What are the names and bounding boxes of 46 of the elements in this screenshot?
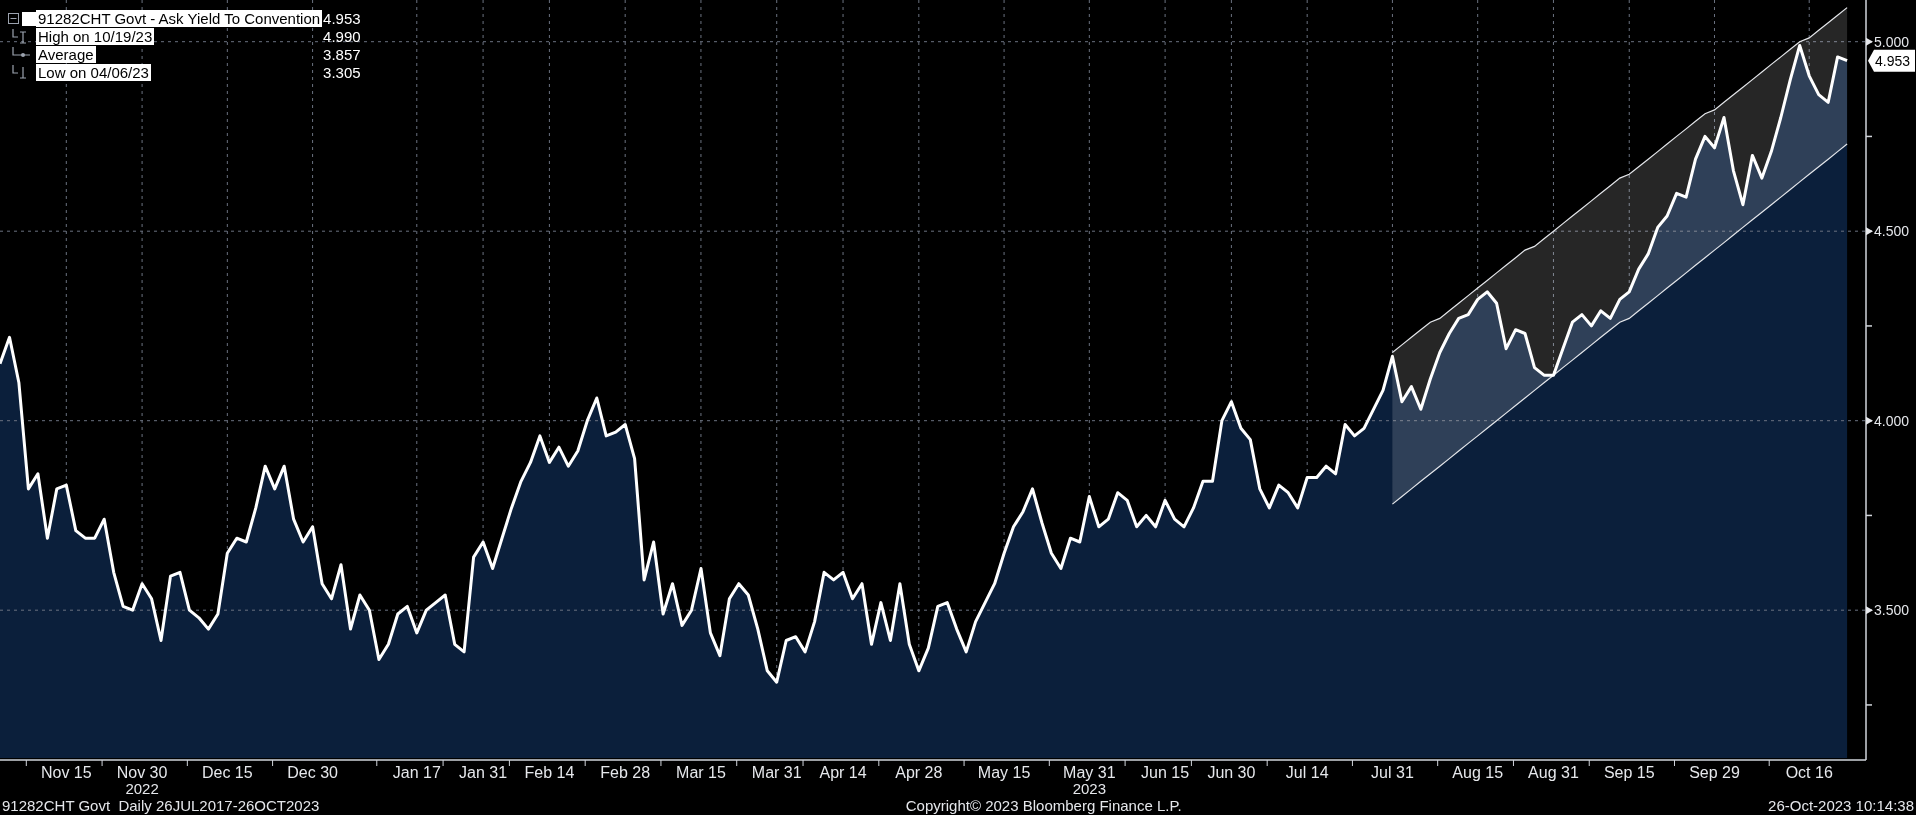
- axis-label: May 31: [1063, 764, 1116, 781]
- axis-label: Jul 14: [1285, 764, 1329, 781]
- axis-label: 5.000: [1874, 33, 1910, 50]
- axis-label: Nov 30: [116, 764, 168, 781]
- timestamp-text: 26-Oct-2023 10:14:38: [1768, 797, 1914, 815]
- axis-label: Jun 15: [1141, 764, 1190, 781]
- axis-label: 3.500: [1874, 602, 1910, 619]
- axis-label: Dec 30: [287, 764, 338, 781]
- tick-marker-icon: [1866, 37, 1873, 46]
- axis-label: Sep 29: [1689, 764, 1740, 781]
- copyright-text: Copyright© 2023 Bloomberg Finance L.P.: [905, 797, 1182, 815]
- axis-label: Mar 31: [751, 764, 802, 781]
- axis-label: May 15: [977, 764, 1031, 781]
- axis-label: Feb 28: [600, 764, 651, 781]
- legend-value: 3.857: [322, 46, 361, 63]
- axis-label: Dec 15: [202, 764, 253, 781]
- axis-label: Apr 14: [819, 764, 867, 781]
- year-label: 2022: [125, 780, 159, 797]
- legend-value: 3.305: [322, 64, 361, 81]
- axis-label: Jan 17: [392, 764, 441, 781]
- axis-label: Aug 31: [1528, 764, 1579, 781]
- tick-marker-icon: [1866, 416, 1873, 425]
- axis-label: 4.000: [1874, 412, 1910, 429]
- axis-label: Jun 30: [1207, 764, 1256, 781]
- axis-label: Nov 15: [40, 764, 92, 781]
- series-label: 91282CHT Govt - Ask Yield To Convention: [36, 10, 323, 27]
- axis-label: Oct 16: [1785, 764, 1833, 781]
- axis-label: Aug 15: [1452, 764, 1504, 781]
- axis-label: Mar 15: [676, 764, 726, 781]
- legend-value: 4.990: [322, 28, 361, 45]
- axis-label: Jan 31: [459, 764, 508, 781]
- axis-label: Apr 28: [895, 764, 943, 781]
- legend-label: Low on 04/06/23: [36, 64, 151, 81]
- axis-label: 4.500: [1874, 223, 1910, 240]
- footer-security-info: 91282CHT Govt Daily 26JUL2017-26OCT2023: [2, 797, 320, 815]
- axis-label: Feb 14: [524, 764, 575, 781]
- year-label: 2023: [1072, 780, 1106, 797]
- last-value-badge: 4.953: [1868, 49, 1915, 72]
- legend-label: Average: [36, 46, 96, 63]
- series-value: 4.953: [322, 10, 361, 27]
- tick-marker-icon: [1866, 606, 1873, 615]
- collapse-icon: [8, 13, 19, 24]
- axis-label: Sep 15: [1603, 764, 1655, 781]
- legend-label: High on 10/19/23: [36, 28, 155, 45]
- tick-marker-icon: [1866, 227, 1873, 236]
- axis-label: Jul 31: [1371, 764, 1414, 781]
